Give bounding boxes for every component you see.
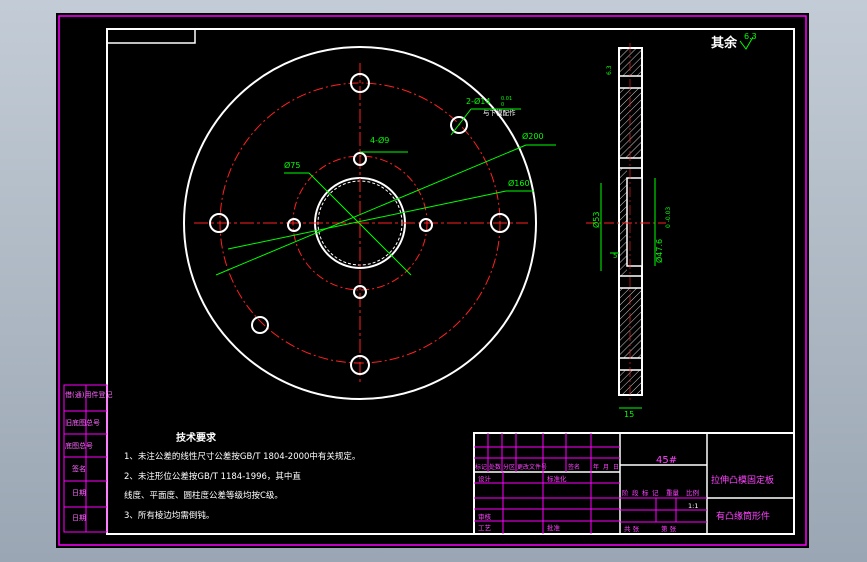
dim-boss-diameter: Ø53 (591, 212, 601, 228)
sheet-number: 第 张 (661, 524, 677, 533)
dimension-line (450, 108, 472, 136)
role-label: 设计 (478, 474, 492, 483)
stage-label: 比例 (686, 488, 699, 497)
header-cell: 更改文件号 (517, 463, 547, 471)
header-cell: 年 (593, 463, 599, 471)
dim-bolt-holes: 2-Ø14 (466, 96, 490, 106)
header-cell: 签名 (568, 463, 580, 471)
role-label: 批准 (547, 523, 561, 532)
side-label: 底图总号 (65, 441, 93, 450)
corner-box (106, 28, 196, 44)
dowel-hole (251, 316, 269, 334)
header-cell: 分区 (503, 463, 515, 471)
hatch-section (619, 370, 642, 395)
tech-requirements: 技术要求 1、未注公差的线性尺寸公差按GB/T 1804-2000中有关规定。 … (124, 431, 360, 521)
stage-label: 标 (642, 488, 649, 497)
tech-title: 技术要求 (176, 431, 217, 444)
sheets-count: 共 张 (624, 524, 640, 533)
role-label: 工艺 (478, 524, 492, 532)
dim-bolt-note: 与下模配作 (483, 108, 516, 117)
bore-step (626, 177, 643, 267)
roughness-note: 其余 6.3 (711, 32, 757, 51)
role-label: 标准化 (547, 474, 567, 483)
header-cell: 处数 (489, 463, 501, 471)
title-material: 45# (656, 455, 677, 466)
header-cell: 日 (613, 464, 619, 471)
dim-bore-tol: 0 -0.03 (665, 207, 672, 228)
side-label: 借(通)用件登记 (65, 390, 112, 399)
roughness-label: 其余 (711, 35, 738, 51)
header-cell: 月 (603, 464, 609, 471)
header-cell: 标记 (475, 463, 487, 471)
role-label: 审核 (478, 512, 492, 521)
hatch-section (619, 288, 642, 358)
dim-bore-diameter: Ø47.6 (654, 239, 664, 263)
side-view: Ø53 Ø47.6 0 -0.03 5 15 6.3 (586, 43, 672, 419)
tech-item: 线度、平面度、圆柱度公差等级均按C级。 (124, 490, 283, 501)
hatch-section (619, 48, 642, 76)
tech-item: 2、未注形位公差按GB/T 1184-1996，其中直 (124, 471, 301, 482)
dimension-line (215, 144, 527, 276)
title-drawing-title: 有凸缘筒形件 (716, 510, 770, 522)
stage-label: 重量 (666, 489, 680, 497)
side-label: 签名 (72, 464, 86, 473)
stage-label: 阶 (622, 488, 629, 497)
hatch-section (619, 168, 627, 276)
dim-step-depth: 5 (613, 252, 617, 260)
stage-label: 记 (652, 489, 659, 497)
dim-width: 15 (624, 410, 634, 419)
dim-inner-circle: Ø75 (284, 160, 300, 170)
front-view: 2-Ø14 0.01 0 与下模配作 4-Ø9 Ø200 Ø160 Ø75 (183, 46, 556, 400)
stage-label: 段 (632, 488, 639, 497)
side-label-column: 借(通)用件登记 旧底图总号 底图总号 签名 日期 日期 (63, 384, 112, 533)
side-label: 日期 (72, 514, 86, 522)
dim-small-holes: 4-Ø9 (370, 135, 389, 145)
dim-outer-diameter: Ø200 (522, 131, 544, 141)
cad-drawing: 借(通)用件登记 旧底图总号 底图总号 签名 日期 日期 其余 6.3 2-Ø1… (58, 15, 807, 546)
hatch-section (619, 88, 642, 158)
side-label: 日期 (72, 489, 86, 497)
drawing-sheet: 借(通)用件登记 旧底图总号 底图总号 签名 日期 日期 其余 6.3 2-Ø1… (56, 13, 809, 548)
side-label: 旧底图总号 (65, 418, 100, 427)
small-hole (419, 218, 433, 232)
roughness-value: 6.3 (744, 32, 757, 41)
tech-item: 1、未注公差的线性尺寸公差按GB/T 1804-2000中有关规定。 (124, 451, 360, 462)
dimension-line (227, 190, 507, 250)
title-part-name: 拉伸凸模固定板 (711, 474, 774, 486)
title-block: 45# 拉伸凸模固定板 有凸缘筒形件 标记 处数 分区 更改文件号 签名 年 月… (473, 432, 795, 535)
small-hole (287, 218, 301, 232)
dim-roughness-top: 6.3 (606, 65, 613, 75)
scale-value: 1:1 (688, 502, 698, 510)
dim-pitch-diameter: Ø160 (508, 178, 530, 188)
dim-bolt-tol-lower: 0 (501, 102, 504, 108)
tech-item: 3、所有棱边均需倒钝。 (124, 510, 214, 521)
